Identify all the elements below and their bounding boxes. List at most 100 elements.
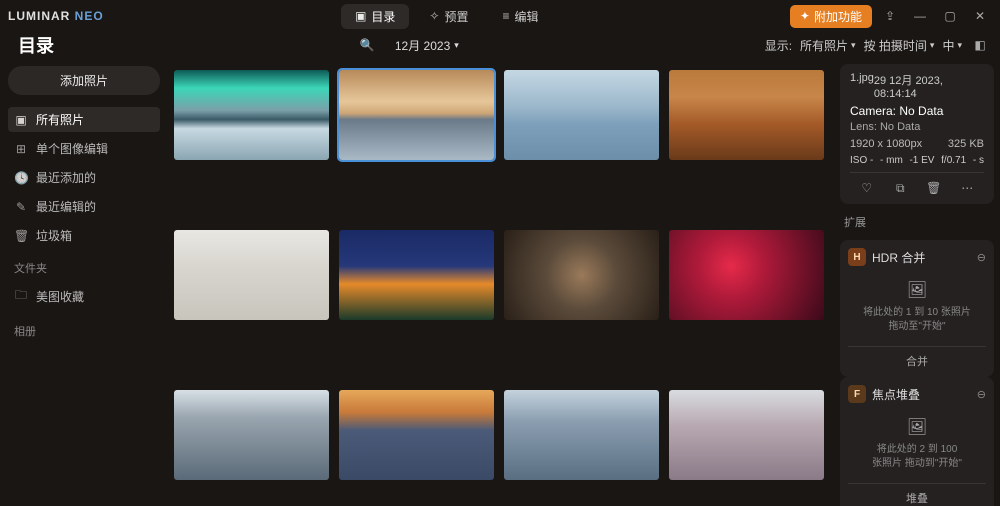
thumbnail[interactable] — [504, 70, 659, 160]
more-button[interactable]: ⋯ — [951, 177, 985, 196]
main-mode-tabs: ▣ 目录 ✧ 预置 ≡ 编辑 — [341, 4, 552, 29]
gallery — [168, 58, 834, 506]
extensions-heading: 扩展 — [840, 212, 994, 232]
extension-action-button[interactable]: 堆叠 — [848, 483, 986, 506]
sidebar-item-label: 所有照片 — [36, 111, 84, 128]
search-icon[interactable]: 🔍 — [360, 38, 375, 52]
filename: 1.jpg — [850, 72, 874, 100]
toolbar: 目录 🔍 12月 2023 ▾ 显示: 所有照片▾ 按 拍摄时间▾ 中▾ ◧ — [0, 32, 1000, 58]
app-logo: LUMINAR NEO — [8, 9, 104, 23]
extension-description: 将此处的 1 到 10 张照片拖动至"开始" — [848, 306, 986, 334]
minimize-button[interactable]: — — [908, 9, 932, 23]
extension-card: H HDR 合并 ⊖ 🖼 将此处的 1 到 10 张照片拖动至"开始" 合并 — [840, 240, 994, 377]
sliders-icon: ≡ — [503, 9, 510, 23]
share-icon[interactable]: ⇪ — [878, 9, 902, 23]
favorite-button[interactable]: ♡ — [850, 177, 884, 196]
clock-icon: 🕓 — [14, 171, 28, 185]
copy-button[interactable]: ⧉ — [884, 177, 918, 196]
exif-ev: -1 EV — [909, 155, 934, 166]
exif-focal: - mm — [880, 155, 903, 166]
gallery-row — [174, 390, 824, 480]
sort-direction[interactable]: 中▾ — [942, 37, 962, 54]
addon-button[interactable]: ✦ 附加功能 — [790, 5, 872, 28]
tab-label: 预置 — [444, 8, 468, 25]
panel-toggle-icon[interactable]: ◧ — [970, 38, 990, 52]
thumbnail[interactable] — [339, 70, 494, 160]
lens-info: Lens: No Data — [850, 121, 984, 133]
exif-iso: ISO - — [850, 155, 873, 166]
folder-icon: 🗀 — [14, 286, 28, 307]
sparkle-icon: ✧ — [429, 9, 439, 23]
collapse-button[interactable]: ⊖ — [977, 388, 986, 401]
sidebar-item-label: 最近添加的 — [36, 169, 96, 186]
images-icon: 🖼 — [848, 280, 986, 300]
filter-select[interactable]: 所有照片▾ — [800, 37, 856, 54]
extension-badge-icon: F — [848, 385, 866, 403]
sidebar-item-recently-edited[interactable]: ✎ 最近编辑的 — [8, 194, 160, 219]
date-selector[interactable]: 12月 2023 ▾ — [395, 37, 459, 54]
sidebar-item-label: 垃圾箱 — [36, 227, 72, 244]
thumbnail[interactable] — [174, 230, 329, 320]
maximize-button[interactable]: ▢ — [938, 9, 962, 23]
sidebar-folder-item[interactable]: 🗀 美图收藏 — [8, 282, 160, 311]
sidebar-item-recently-added[interactable]: 🕓 最近添加的 — [8, 165, 160, 190]
extension-description: 将此处的 2 到 100张照片 拖动到"开始" — [848, 443, 986, 471]
main-body: 添加照片 ▣ 所有照片 ⊞ 单个图像编辑 🕓 最近添加的 ✎ 最近编辑的 🗑 垃… — [0, 58, 1000, 506]
exif-shutter: - s — [973, 155, 984, 166]
images-icon: 🖼 — [848, 417, 986, 437]
sort-select[interactable]: 按 拍摄时间▾ — [864, 37, 935, 54]
info-panel: 1.jpg 29 12月 2023, 08:14:14 Camera: No D… — [834, 58, 1000, 506]
puzzle-icon: ✦ — [800, 9, 810, 23]
page-title: 目录 — [18, 32, 54, 58]
delete-button[interactable]: 🗑 — [917, 177, 951, 196]
thumbnail[interactable] — [669, 390, 824, 480]
extension-title: HDR 合并 — [872, 249, 971, 266]
trash-icon: 🗑 — [14, 229, 28, 243]
view-options: 显示: 所有照片▾ 按 拍摄时间▾ 中▾ ◧ — [765, 37, 990, 54]
tab-presets[interactable]: ✧ 预置 — [415, 4, 482, 29]
extension-badge-icon: H — [848, 248, 866, 266]
exif-aperture: f/0.71 — [941, 155, 966, 166]
grid-icon: ▣ — [14, 113, 28, 127]
thumbnail[interactable] — [174, 390, 329, 480]
albums-heading: 相册 — [8, 315, 160, 341]
chevron-down-icon: ▾ — [454, 40, 459, 51]
extension-card: F 焦点堆叠 ⊖ 🖼 将此处的 2 到 100张照片 拖动到"开始" 堆叠 — [840, 377, 994, 506]
window-controls-group: ✦ 附加功能 ⇪ — ▢ ✕ — [790, 5, 992, 28]
thumbnail[interactable] — [339, 390, 494, 480]
tab-catalog[interactable]: ▣ 目录 — [341, 4, 409, 29]
title-bar: LUMINAR NEO ▣ 目录 ✧ 预置 ≡ 编辑 ✦ 附加功能 ⇪ — ▢ … — [0, 0, 1000, 32]
sidebar-item-single-edits[interactable]: ⊞ 单个图像编辑 — [8, 136, 160, 161]
pencil-icon: ✎ — [14, 200, 28, 214]
sidebar-item-label: 单个图像编辑 — [36, 140, 108, 157]
thumbnail[interactable] — [669, 230, 824, 320]
thumbnail[interactable] — [669, 70, 824, 160]
tab-label: 编辑 — [515, 8, 539, 25]
tab-label: 目录 — [371, 8, 395, 25]
file-datetime: 29 12月 2023, 08:14:14 — [874, 72, 984, 100]
folders-heading: 文件夹 — [8, 252, 160, 278]
sidebar-item-all-photos[interactable]: ▣ 所有照片 — [8, 107, 160, 132]
image-icon: ⊞ — [14, 142, 28, 156]
gallery-row — [174, 230, 824, 320]
filesize: 325 KB — [948, 138, 984, 150]
gallery-row — [174, 70, 824, 160]
camera-info: Camera: No Data — [850, 104, 984, 118]
extension-action-button[interactable]: 合并 — [848, 346, 986, 369]
file-info-card: 1.jpg 29 12月 2023, 08:14:14 Camera: No D… — [840, 64, 994, 204]
close-button[interactable]: ✕ — [968, 9, 992, 23]
thumbnail[interactable] — [504, 230, 659, 320]
dimensions: 1920 x 1080px — [850, 138, 922, 150]
thumbnail[interactable] — [339, 230, 494, 320]
sidebar-item-trash[interactable]: 🗑 垃圾箱 — [8, 223, 160, 248]
extension-title: 焦点堆叠 — [872, 386, 971, 403]
sidebar-item-label: 最近编辑的 — [36, 198, 96, 215]
add-photos-button[interactable]: 添加照片 — [8, 66, 160, 95]
display-label: 显示: — [765, 37, 792, 54]
thumbnail[interactable] — [174, 70, 329, 160]
tab-edit[interactable]: ≡ 编辑 — [489, 4, 553, 29]
sidebar-item-label: 美图收藏 — [36, 288, 84, 305]
folder-icon: ▣ — [355, 9, 366, 23]
thumbnail[interactable] — [504, 390, 659, 480]
collapse-button[interactable]: ⊖ — [977, 251, 986, 264]
